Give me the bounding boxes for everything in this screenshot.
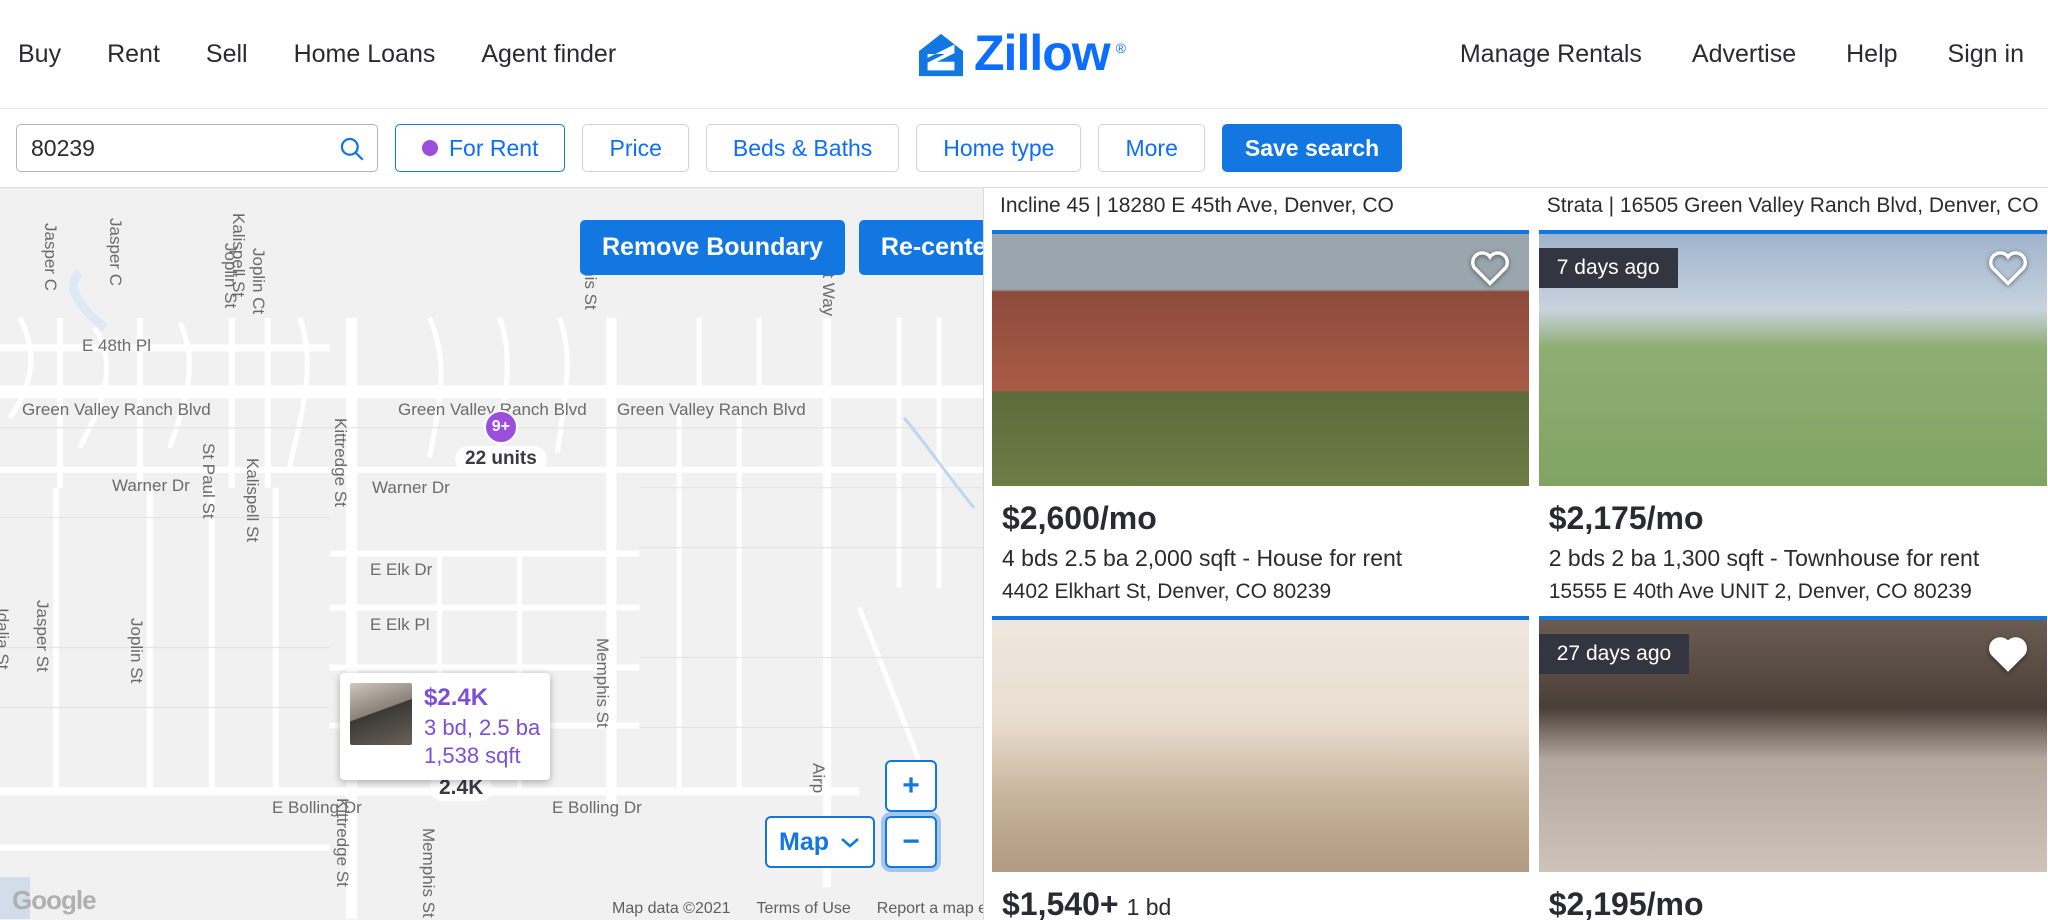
site-header: Buy Rent Sell Home Loans Agent finder Zi… bbox=[0, 0, 2048, 108]
google-attribution: Google bbox=[12, 885, 97, 915]
map-type-label: Map bbox=[779, 827, 829, 856]
terms-of-use-link[interactable]: Terms of Use bbox=[757, 900, 851, 918]
map-canvas[interactable]: Jasper C Jasper C Kalispell St Joplin St Jop… bbox=[0, 188, 984, 920]
map-zoom-controls: + − bbox=[885, 760, 937, 868]
listing-price-value: $2,175/mo bbox=[1548, 500, 1704, 536]
listing-building-line: Strata | 16505 Green Valley Ranch Blvd, … bbox=[1546, 194, 2039, 217]
nav-agent-finder[interactable]: Agent finder bbox=[458, 40, 639, 69]
nav-advertise[interactable]: Advertise bbox=[1667, 40, 1821, 69]
days-ago-badge: 7 days ago bbox=[1538, 248, 1678, 288]
listing-photo[interactable] bbox=[992, 234, 1529, 486]
zillow-logo[interactable]: Zillow ® bbox=[918, 25, 1130, 82]
search-icon[interactable] bbox=[338, 135, 365, 162]
save-search-label: Save search bbox=[1244, 134, 1380, 161]
zillow-wordmark: Zillow bbox=[974, 25, 1111, 82]
listing-card[interactable]: Strata | 16505 Green Valley Ranch Blvd, … bbox=[1538, 188, 2047, 616]
primary-nav: Buy Rent Sell Home Loans Agent finder bbox=[18, 40, 639, 69]
listing-price: $2,600/mo bbox=[1002, 500, 1519, 537]
zoom-out-button[interactable]: − bbox=[885, 816, 937, 868]
map-type-selector[interactable]: Map bbox=[765, 816, 875, 868]
listing-card[interactable]: Incline 45 | 18280 E 45th Ave, Denver, C… bbox=[992, 188, 1529, 616]
popup-price: $2.4K bbox=[424, 684, 489, 711]
cluster-count-badge: 9+ bbox=[483, 410, 518, 444]
popup-sqft: 1,538 sqft bbox=[424, 742, 521, 768]
days-ago-badge: 27 days ago bbox=[1538, 633, 1690, 674]
map-cluster-22-units[interactable]: 9+ 22 units bbox=[455, 410, 547, 472]
listings-panel[interactable]: Incline 45 | 18280 E 45th Ave, Denver, C… bbox=[984, 188, 2047, 920]
nav-sign-in[interactable]: Sign in bbox=[1923, 40, 2030, 69]
popup-thumbnail bbox=[350, 683, 412, 745]
filter-bar: For Rent Price Beds & Baths Home type Mo… bbox=[0, 108, 2048, 188]
listing-address: 15555 E 40th Ave UNIT 2, Denver, CO 8023… bbox=[1548, 579, 1972, 603]
listing-details: $2,195/mo 4 bds 2 ba 1,616 sqft - House … bbox=[1539, 872, 2047, 920]
filter-home-type-label: Home type bbox=[943, 134, 1055, 161]
popup-details: $2.4K 3 bd, 2.5 ba 1,538 sqft bbox=[424, 683, 540, 770]
filter-for-rent[interactable]: For Rent bbox=[395, 124, 566, 172]
filter-more[interactable]: More bbox=[1098, 124, 1205, 172]
search-input[interactable] bbox=[31, 134, 338, 162]
filter-beds-baths[interactable]: Beds & Baths bbox=[705, 124, 900, 172]
save-heart-icon[interactable] bbox=[1987, 634, 2029, 672]
listings-grid: Incline 45 | 18280 E 45th Ave, Denver, C… bbox=[984, 188, 2047, 920]
listing-price-value: $2,195/mo bbox=[1548, 885, 1704, 920]
map-data-copyright: Map data ©2021 bbox=[612, 900, 731, 917]
nav-home-loans[interactable]: Home Loans bbox=[271, 40, 459, 69]
report-map-error-link[interactable]: Report a map error bbox=[877, 900, 983, 918]
listing-price-value: $1,540+ bbox=[1002, 885, 1119, 920]
save-search-button[interactable]: Save search bbox=[1221, 124, 1403, 172]
nav-rent[interactable]: Rent bbox=[84, 40, 183, 69]
filter-beds-baths-label: Beds & Baths bbox=[732, 134, 873, 161]
filter-price-label: Price bbox=[609, 134, 662, 161]
filter-for-rent-label: For Rent bbox=[449, 134, 539, 161]
popup-beds-baths: 3 bd, 2.5 ba bbox=[424, 714, 541, 740]
listing-details: $1,540+1 bd $1,930 2 bds Station A Apart… bbox=[992, 872, 1529, 920]
nav-sell[interactable]: Sell bbox=[183, 40, 271, 69]
listing-card[interactable]: $1,540+1 bd $1,930 2 bds Station A Apart… bbox=[992, 615, 1529, 920]
listing-details: $2,175/mo 2 bds 2 ba 1,300 sqft - Townho… bbox=[1539, 486, 2047, 616]
nav-manage-rentals[interactable]: Manage Rentals bbox=[1435, 40, 1667, 69]
listing-photo[interactable]: 7 days ago bbox=[1538, 234, 2047, 486]
nav-help[interactable]: Help bbox=[1821, 40, 1922, 69]
listing-photo[interactable]: 27 days ago bbox=[1538, 619, 2047, 872]
listing-price-value: $2,600/mo bbox=[1002, 500, 1157, 536]
listing-card[interactable]: 27 days ago $2,195/mo 4 bds 2 ba 1,616 s… bbox=[1538, 615, 2047, 920]
listing-price: $2,175/mo bbox=[1549, 500, 2037, 537]
listing-price: $2,195/mo bbox=[1549, 886, 2037, 920]
recenter-button[interactable]: Re-center bbox=[858, 220, 983, 275]
listing-details: $2,600/mo 4 bds 2.5 ba 2,000 sqft - Hous… bbox=[992, 486, 1529, 616]
listing-address: 4402 Elkhart St, Denver, CO 80239 bbox=[1002, 579, 1332, 603]
secondary-nav: Manage Rentals Advertise Help Sign in bbox=[1435, 40, 2030, 69]
search-box[interactable] bbox=[16, 124, 378, 172]
zillow-house-icon bbox=[918, 33, 964, 76]
main-content: Jasper C Jasper C Kalispell St Joplin St Jop… bbox=[0, 188, 2048, 920]
map-roads bbox=[0, 188, 983, 920]
filter-home-type[interactable]: Home type bbox=[916, 124, 1082, 172]
listing-price-sub: 1 bd bbox=[1126, 893, 1172, 920]
remove-boundary-button[interactable]: Remove Boundary bbox=[580, 220, 845, 275]
listing-specs: 2 bds 2 ba 1,300 sqft - Townhouse for re… bbox=[1548, 544, 1980, 571]
chevron-down-icon bbox=[841, 838, 859, 848]
filter-price[interactable]: Price bbox=[582, 124, 689, 172]
cluster-units-label: 22 units bbox=[455, 446, 547, 472]
zoom-in-button[interactable]: + bbox=[885, 760, 937, 812]
listing-specs: 4 bds 2.5 ba 2,000 sqft - House for rent bbox=[1002, 544, 1403, 571]
map-price-popup[interactable]: $2.4K 3 bd, 2.5 ba 1,538 sqft bbox=[340, 673, 551, 781]
registered-mark: ® bbox=[1115, 39, 1126, 56]
nav-buy[interactable]: Buy bbox=[18, 40, 84, 69]
filter-more-label: More bbox=[1125, 134, 1178, 161]
listing-price: $1,540+ 1 bd bbox=[1002, 886, 1519, 920]
for-rent-dot-icon bbox=[422, 140, 438, 156]
save-heart-icon[interactable] bbox=[1469, 248, 1511, 286]
listing-building-line: Incline 45 | 18280 E 45th Ave, Denver, C… bbox=[1000, 194, 1394, 217]
save-heart-icon[interactable] bbox=[1987, 248, 2029, 286]
map-action-group: Remove Boundary Re-center bbox=[580, 220, 983, 275]
map-footer-links: Map data ©2021 Terms of Use Report a map… bbox=[612, 900, 983, 918]
listing-photo[interactable] bbox=[992, 619, 1529, 872]
